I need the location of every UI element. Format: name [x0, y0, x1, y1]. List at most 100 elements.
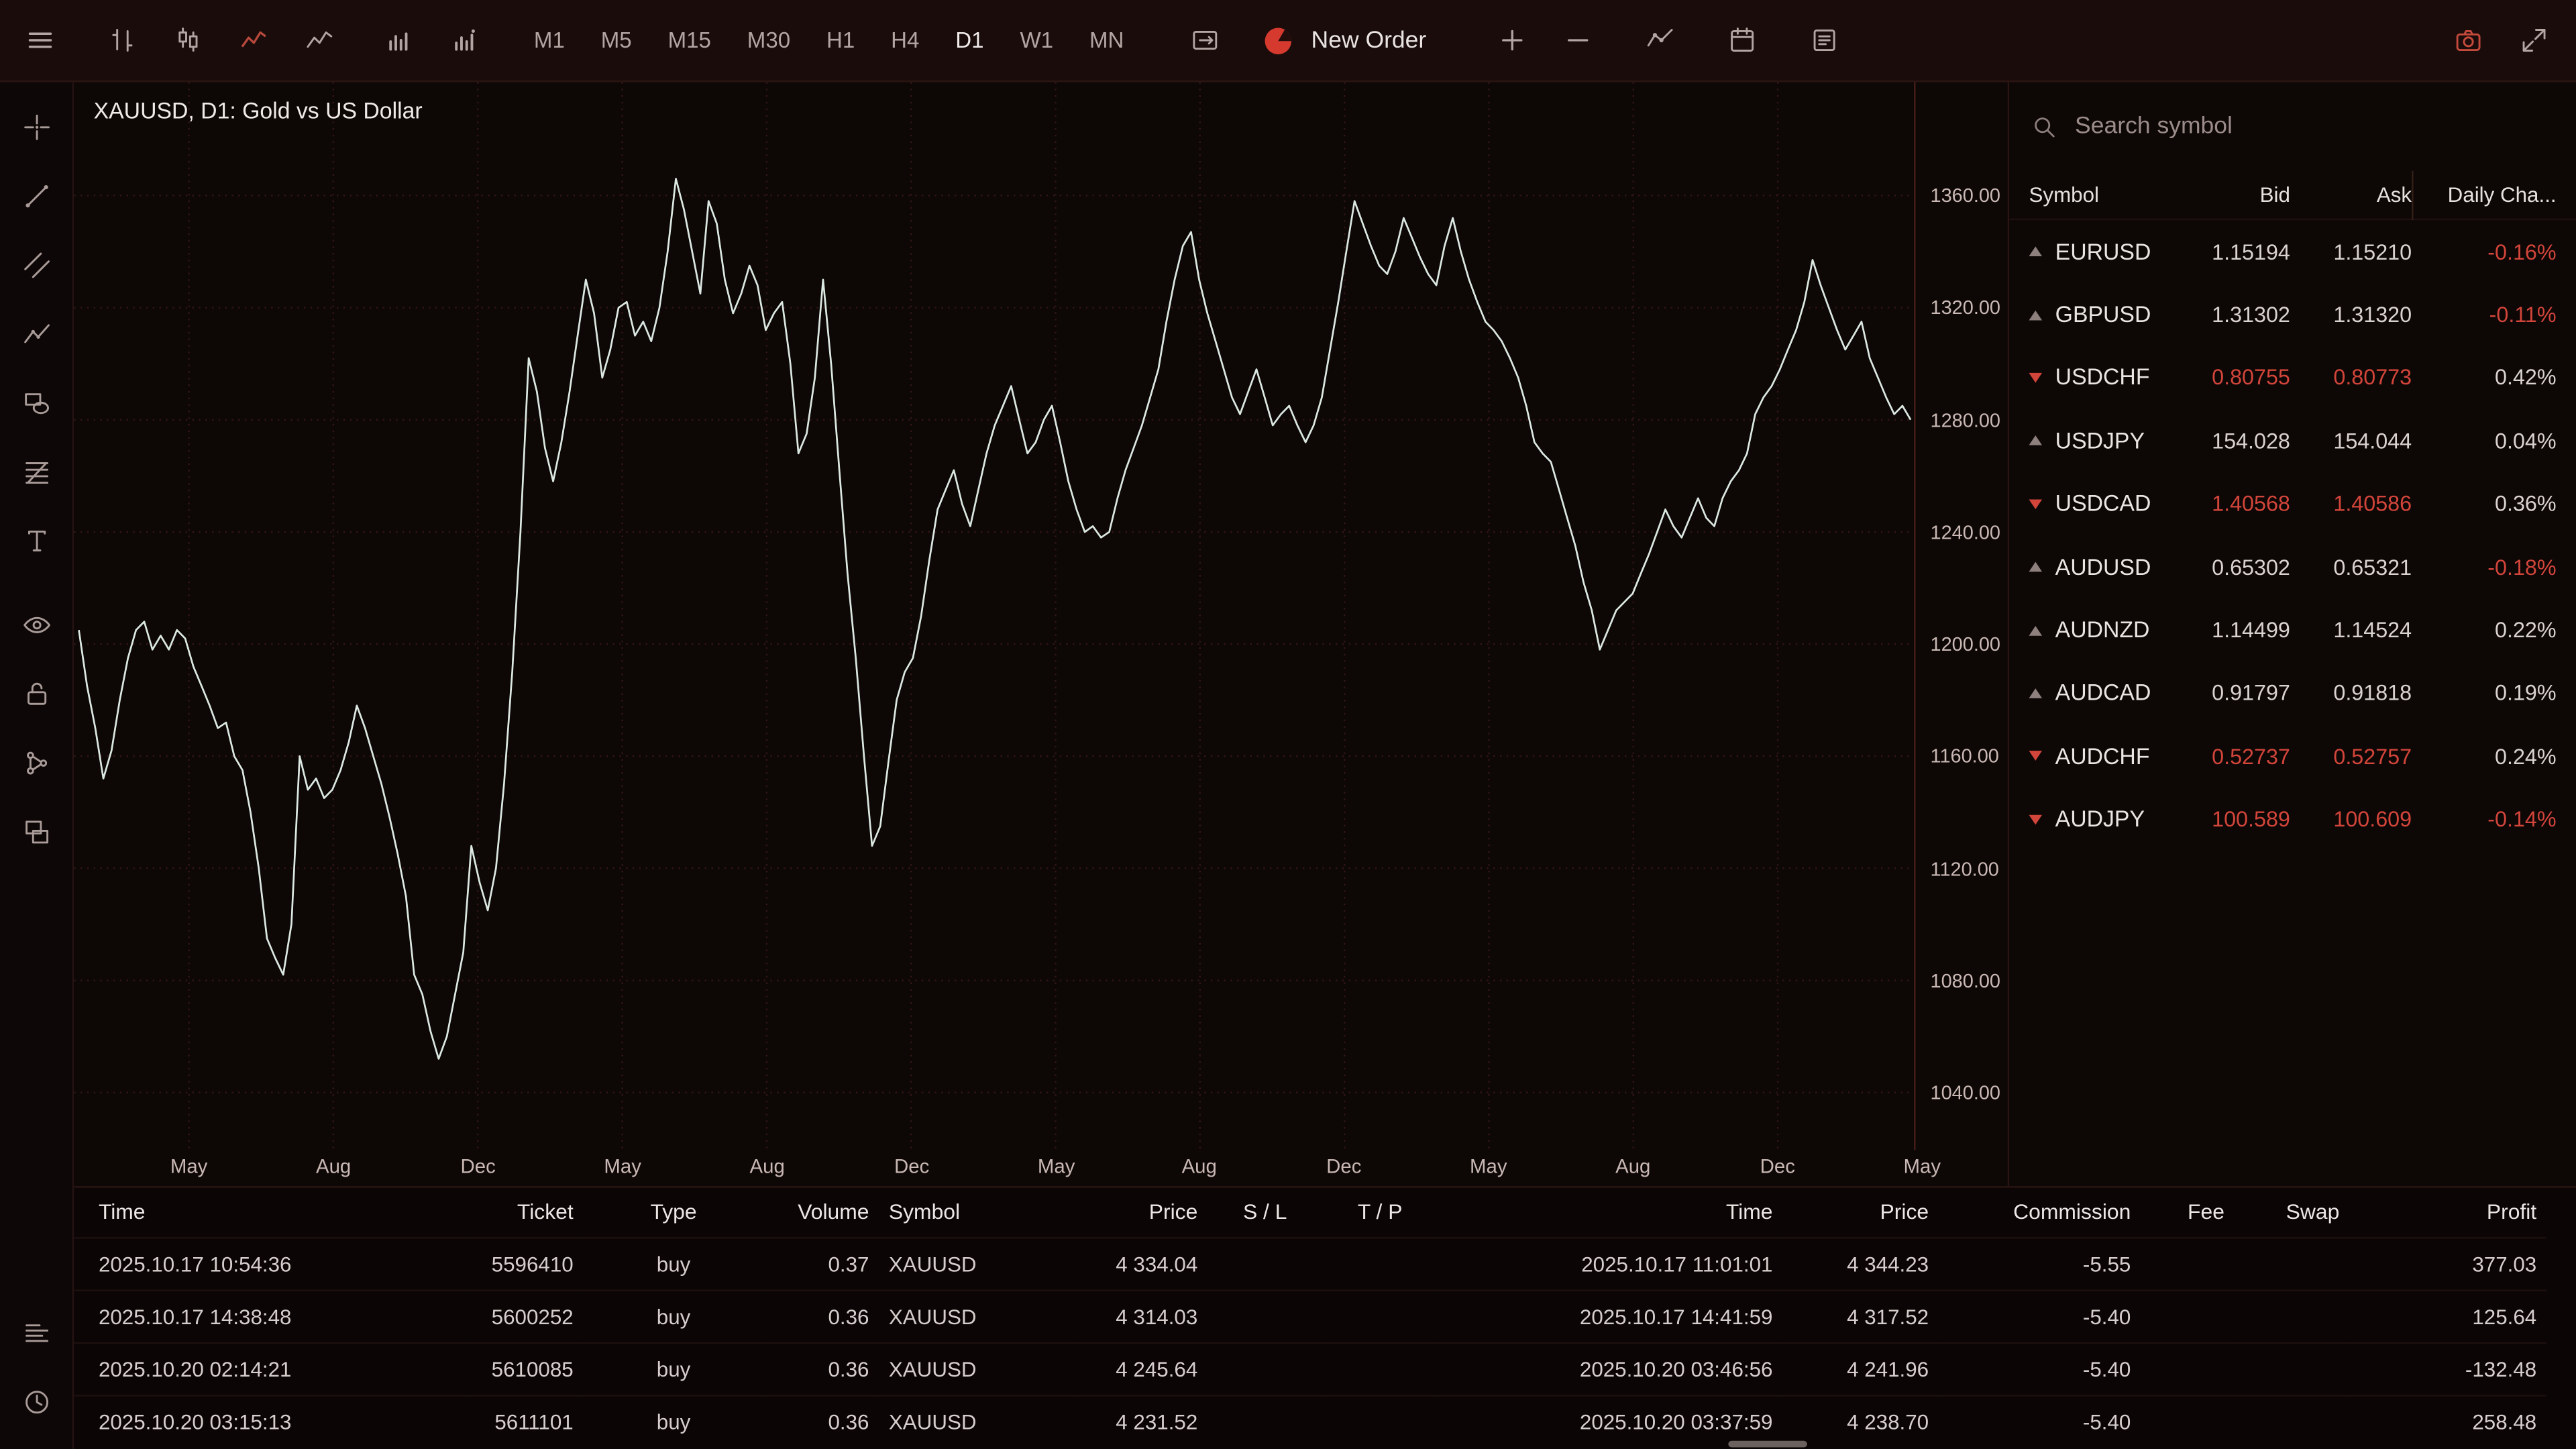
ask-value: 1.15210 [2290, 239, 2412, 264]
market-watch-toggle-button[interactable] [0, 1298, 72, 1367]
price-axis-label: 1320.00 [1931, 296, 2000, 319]
calendar-button[interactable] [1709, 7, 1774, 73]
time-axis-label: May [590, 1155, 655, 1178]
history-row-5610085[interactable]: 2025.10.20 02:14:215610085buy0.36XAUUSD4… [74, 1342, 2546, 1395]
bar-chart-button[interactable] [89, 7, 154, 73]
area-chart-button[interactable] [286, 7, 352, 73]
indicators-button[interactable] [1627, 7, 1693, 73]
timeframe-h4-button[interactable]: H4 [873, 7, 937, 73]
search-input[interactable] [2075, 113, 2557, 140]
objects-tool-button[interactable] [0, 728, 72, 797]
cell-commission: -5.40 [1939, 1342, 2141, 1395]
time-axis-label: Dec [879, 1155, 945, 1178]
time-axis[interactable]: MayAugDecMayAugDecMayAugDecMayAugDecMay [74, 1150, 2007, 1186]
history-column-type[interactable]: Type [583, 1188, 763, 1237]
ask-value: 0.65321 [2290, 555, 2412, 580]
new-order-button[interactable]: New Order [1247, 7, 1440, 73]
daily-change-value: 0.19% [2412, 681, 2557, 706]
fibonacci-icon [21, 456, 52, 488]
shapes-tool-button[interactable] [0, 368, 72, 437]
visibility-tool-button[interactable] [0, 590, 72, 659]
history-column-commission[interactable]: Commission [1939, 1188, 2141, 1237]
market-watch-row-usdchf[interactable]: USDCHF0.807550.807730.42% [2009, 346, 2576, 409]
journal-button[interactable] [1791, 7, 1857, 73]
price-axis-label: 1080.00 [1931, 969, 2000, 992]
market-watch-row-audusd[interactable]: AUDUSD0.653020.65321-0.18% [2009, 535, 2576, 598]
history-column-profit[interactable]: Profit [2349, 1188, 2546, 1237]
cell-sl [1208, 1289, 1322, 1342]
channel-tool-button[interactable] [0, 230, 72, 299]
timeframe-m1-button[interactable]: M1 [516, 7, 583, 73]
crosshair-tool-button[interactable] [0, 92, 72, 161]
calendar-icon [1726, 25, 1758, 56]
cell-price: 4 314.03 [1076, 1289, 1208, 1342]
cell-ticket: 5596410 [468, 1237, 583, 1289]
candlestick-chart-button[interactable] [154, 7, 220, 73]
history-row-5596410[interactable]: 2025.10.17 10:54:365596410buy0.37XAUUSD4… [74, 1237, 2546, 1289]
trading-app: M1M5M15M30H1H4D1W1MN New Order XAU [0, 0, 2576, 1449]
market-watch-row-usdcad[interactable]: USDCAD1.405681.405860.36% [2009, 472, 2576, 535]
fullscreen-button[interactable] [2500, 7, 2566, 73]
windows-tool-button[interactable] [0, 797, 72, 866]
history-row-5611101[interactable]: 2025.10.20 03:15:135611101buy0.36XAUUSD4… [74, 1395, 2546, 1447]
menu-button[interactable] [10, 7, 69, 73]
history-column-price[interactable]: Price [1076, 1188, 1208, 1237]
cell-close_price: 4 317.52 [1782, 1289, 1939, 1342]
chart-area[interactable]: XAUUSD, D1: Gold vs US Dollar 1360.00132… [74, 82, 2007, 1186]
history-column-fee[interactable]: Fee [2141, 1188, 2235, 1237]
bid-value: 0.65302 [2159, 555, 2290, 580]
timeframe-mn-button[interactable]: MN [1071, 7, 1142, 73]
market-watch-row-eurusd[interactable]: EURUSD1.151941.15210-0.16% [2009, 220, 2576, 283]
polyline-tool-button[interactable] [0, 299, 72, 368]
fibonacci-tool-button[interactable] [0, 437, 72, 506]
market-watch-row-usdjpy[interactable]: USDJPY154.028154.0440.04% [2009, 409, 2576, 472]
horizontal-scrollbar-thumb[interactable] [1728, 1441, 1807, 1448]
tick-volumes-button[interactable] [431, 7, 496, 73]
market-watch-column-ask[interactable]: Ask [2290, 182, 2412, 207]
timeframe-m30-button[interactable]: M30 [729, 7, 808, 73]
market-watch-row-audjpy[interactable]: AUDJPY100.589100.609-0.14% [2009, 788, 2576, 851]
timeframe-m5-button[interactable]: M5 [583, 7, 650, 73]
history-column-ticket[interactable]: Ticket [468, 1188, 583, 1237]
zoom-out-button[interactable] [1545, 7, 1611, 73]
market-watch-row-audchf[interactable]: AUDCHF0.527370.527570.24% [2009, 724, 2576, 788]
zoom-in-button[interactable] [1479, 7, 1545, 73]
history-column-swap[interactable]: Swap [2235, 1188, 2349, 1237]
timeframe-d1-button[interactable]: D1 [937, 7, 1002, 73]
history-column-close_price[interactable]: Price [1782, 1188, 1939, 1237]
history-toggle-button[interactable] [0, 1367, 72, 1436]
history-column-volume[interactable]: Volume [764, 1188, 879, 1237]
volumes-button[interactable] [365, 7, 431, 73]
text-tool-button[interactable] [0, 506, 72, 575]
lock-tool-button[interactable] [0, 659, 72, 728]
market-watch-row-audnzd[interactable]: AUDNZD1.144991.145240.22% [2009, 598, 2576, 661]
timeframe-h1-button[interactable]: H1 [808, 7, 873, 73]
screenshot-button[interactable] [2434, 7, 2500, 73]
history-column-close_time[interactable]: Time [1438, 1188, 1782, 1237]
cell-close_time: 2025.10.20 03:46:56 [1438, 1342, 1782, 1395]
timeframe-m15-button[interactable]: M15 [650, 7, 729, 73]
market-watch-column-bid[interactable]: Bid [2159, 182, 2290, 207]
price-chart[interactable] [74, 82, 1914, 1150]
volume-group [365, 7, 496, 73]
history-column-time[interactable]: Time [74, 1188, 468, 1237]
tick-volumes-icon [447, 25, 479, 56]
market-watch-column-change[interactable]: Daily Cha... [2412, 170, 2557, 219]
history-table: TimeTicketTypeVolumeSymbolPriceS / LT / … [74, 1188, 2546, 1448]
market-watch-row-audcad[interactable]: AUDCAD0.917970.918180.19% [2009, 661, 2576, 724]
market-watch-panel: SymbolBidAskDaily Cha... EURUSD1.151941.… [2008, 82, 2576, 1186]
price-axis[interactable]: 1360.001320.001280.001240.001200.001160.… [1914, 82, 2008, 1150]
trendline-tool-button[interactable] [0, 161, 72, 230]
history-column-symbol[interactable]: Symbol [879, 1188, 1076, 1237]
topbar-right-group [2434, 7, 2566, 73]
market-watch-column-symbol[interactable]: Symbol [2029, 182, 2158, 207]
timeframe-w1-button[interactable]: W1 [1002, 7, 1071, 73]
market-watch-row-gbpusd[interactable]: GBPUSD1.313021.31320-0.11% [2009, 283, 2576, 346]
history-column-tp[interactable]: T / P [1322, 1188, 1437, 1237]
chart-shift-button[interactable] [1171, 7, 1237, 73]
symbol-name: USDJPY [2055, 429, 2145, 453]
history-column-sl[interactable]: S / L [1208, 1188, 1322, 1237]
drawing-toolbar [0, 82, 74, 1449]
history-row-5600252[interactable]: 2025.10.17 14:38:485600252buy0.36XAUUSD4… [74, 1289, 2546, 1342]
line-chart-button[interactable] [220, 7, 286, 73]
